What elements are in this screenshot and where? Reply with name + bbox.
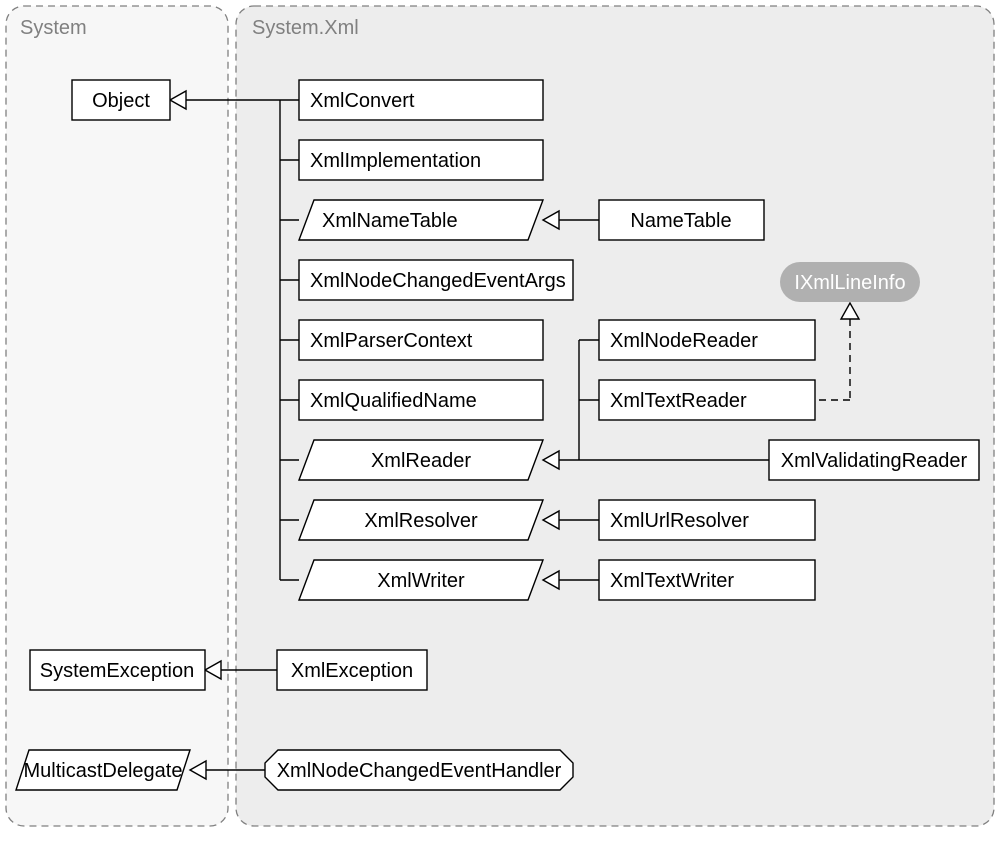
node-xmlimplementation-label: XmlImplementation bbox=[310, 150, 481, 172]
node-object: Object bbox=[72, 80, 170, 120]
node-xmlnametable: XmlNameTable bbox=[299, 200, 543, 240]
node-xmlwriter-label: XmlWriter bbox=[377, 570, 465, 592]
node-xmlnodechangedeventhandler: XmlNodeChangedEventHandler bbox=[265, 750, 573, 790]
node-xmlnametable-label: XmlNameTable bbox=[322, 210, 458, 232]
node-systemexception: SystemException bbox=[30, 650, 205, 690]
node-xmlvalidatingreader: XmlValidatingReader bbox=[769, 440, 979, 480]
node-xmlparsercontext: XmlParserContext bbox=[299, 320, 543, 360]
node-multicastdelegate: MulticastDelegate bbox=[16, 750, 190, 790]
node-xmlimplementation: XmlImplementation bbox=[299, 140, 543, 180]
node-xmlreader-label: XmlReader bbox=[371, 450, 471, 472]
node-ixmllineinfo-label: IXmlLineInfo bbox=[794, 272, 905, 294]
node-xmlvalidatingreader-label: XmlValidatingReader bbox=[781, 450, 968, 472]
node-ixmllineinfo: IXmlLineInfo bbox=[780, 262, 920, 302]
node-object-label: Object bbox=[92, 90, 150, 112]
node-xmlwriter: XmlWriter bbox=[299, 560, 543, 600]
node-xmlnodechangedeventargs: XmlNodeChangedEventArgs bbox=[299, 260, 573, 300]
node-xmlresolver: XmlResolver bbox=[299, 500, 543, 540]
node-systemexception-label: SystemException bbox=[40, 660, 195, 682]
node-xmlnodechangedeventhandler-label: XmlNodeChangedEventHandler bbox=[277, 760, 562, 782]
node-xmlqualifiedname: XmlQualifiedName bbox=[299, 380, 543, 420]
node-xmlurlresolver: XmlUrlResolver bbox=[599, 500, 815, 540]
diagram-canvas: System System.Xml bbox=[0, 0, 1000, 846]
node-nametable: NameTable bbox=[599, 200, 764, 240]
package-system-label: System bbox=[20, 17, 87, 39]
node-xmlconvert-label: XmlConvert bbox=[310, 90, 415, 112]
node-xmlconvert: XmlConvert bbox=[299, 80, 543, 120]
node-xmltextwriter-label: XmlTextWriter bbox=[610, 570, 734, 592]
node-xmlparsercontext-label: XmlParserContext bbox=[310, 330, 473, 352]
node-multicastdelegate-label: MulticastDelegate bbox=[24, 760, 183, 782]
node-xmlqualifiedname-label: XmlQualifiedName bbox=[310, 390, 477, 412]
node-xmlnodereader: XmlNodeReader bbox=[599, 320, 815, 360]
node-xmlurlresolver-label: XmlUrlResolver bbox=[610, 510, 749, 532]
node-xmlresolver-label: XmlResolver bbox=[364, 510, 478, 532]
node-xmlreader: XmlReader bbox=[299, 440, 543, 480]
node-xmlexception: XmlException bbox=[277, 650, 427, 690]
package-system bbox=[6, 6, 228, 826]
node-xmlnodechangedeventargs-label: XmlNodeChangedEventArgs bbox=[310, 270, 566, 292]
node-xmlnodereader-label: XmlNodeReader bbox=[610, 330, 758, 352]
node-nametable-label: NameTable bbox=[630, 210, 731, 232]
node-xmltextwriter: XmlTextWriter bbox=[599, 560, 815, 600]
node-xmltextreader-label: XmlTextReader bbox=[610, 390, 747, 412]
node-xmlexception-label: XmlException bbox=[291, 660, 413, 682]
node-xmltextreader: XmlTextReader bbox=[599, 380, 815, 420]
package-system-xml-label: System.Xml bbox=[252, 17, 359, 39]
